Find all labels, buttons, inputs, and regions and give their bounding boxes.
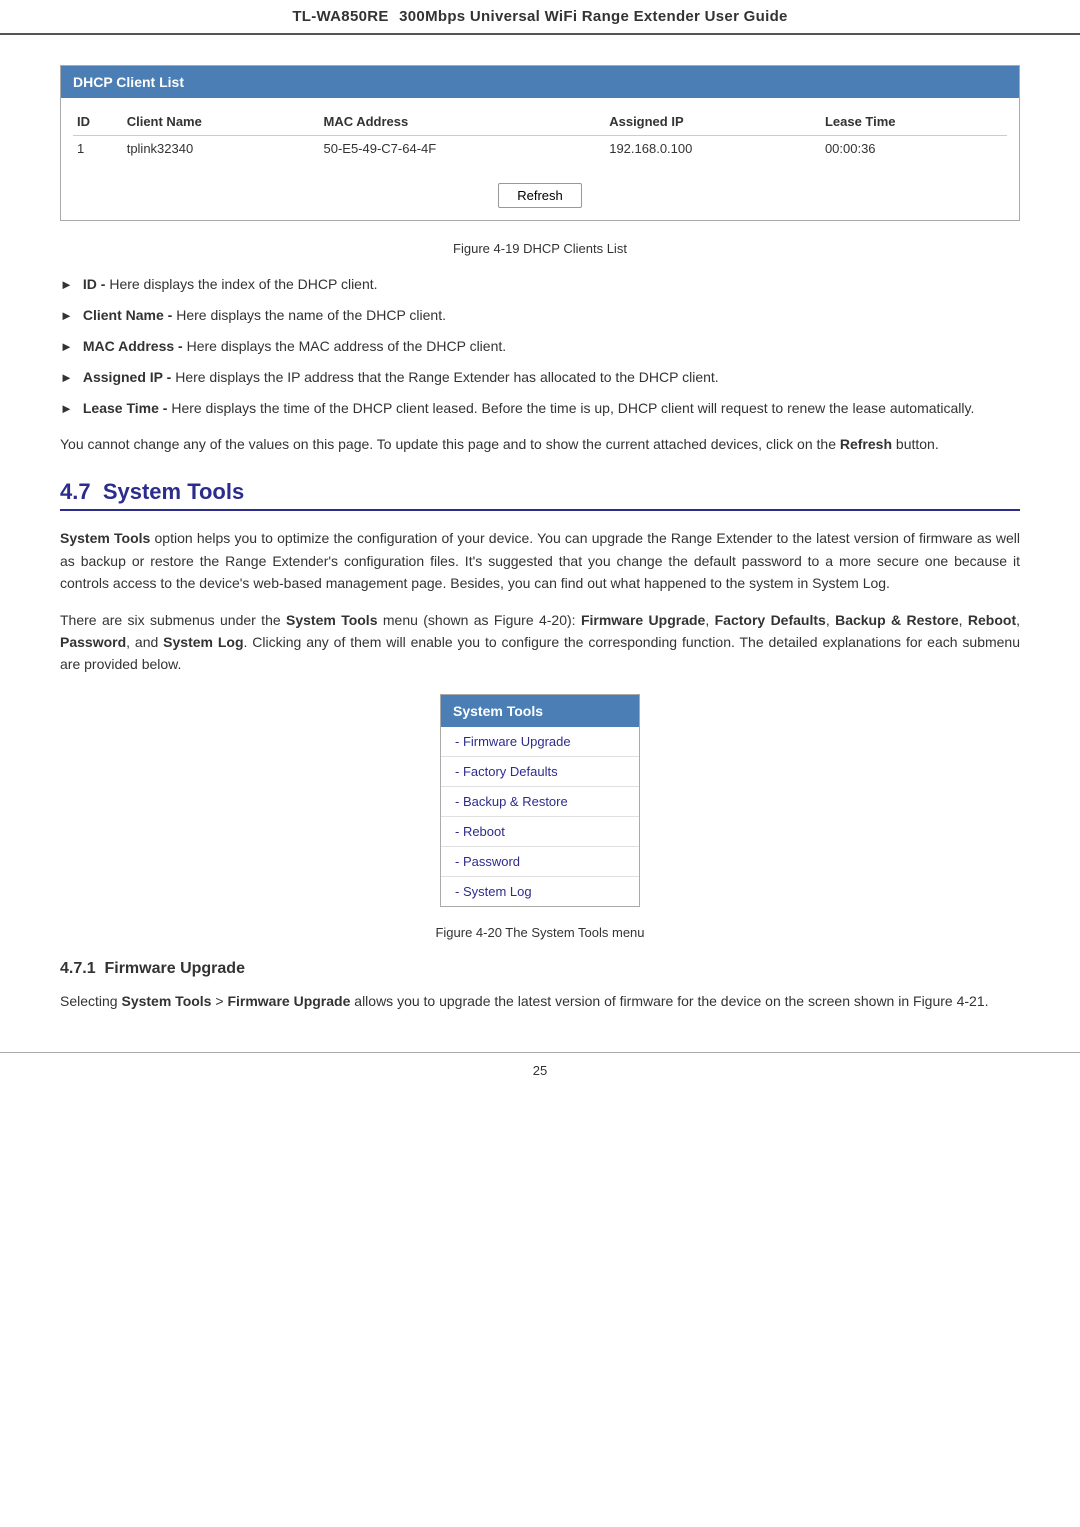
section-47-para2: There are six submenus under the System … <box>60 609 1020 676</box>
cell-id: 1 <box>73 136 123 162</box>
cell-client-name: tplink32340 <box>123 136 320 162</box>
menu-item[interactable]: - Password <box>441 847 639 877</box>
list-item: ► ID - Here displays the index of the DH… <box>60 274 1020 295</box>
bullet-arrow: ► <box>60 337 73 357</box>
dhcp-table: ID Client Name MAC Address Assigned IP L… <box>73 108 1007 161</box>
cell-lease-time: 00:00:36 <box>821 136 1007 162</box>
page-footer: 25 <box>0 1052 1080 1088</box>
reboot-bold: Reboot <box>968 612 1016 628</box>
system-log-bold: System Log <box>163 634 243 650</box>
col-assigned-ip: Assigned IP <box>605 108 821 136</box>
bullet-list: ► ID - Here displays the index of the DH… <box>60 274 1020 419</box>
bullet-label: MAC Address - <box>83 338 183 354</box>
system-tools-bold3: System Tools <box>121 993 211 1009</box>
bullet-text: Lease Time - Here displays the time of t… <box>83 398 975 419</box>
password-bold: Password <box>60 634 126 650</box>
bullet-label: Lease Time - <box>83 400 168 416</box>
section-47-number: 4.7 <box>60 479 103 504</box>
section-471-para: Selecting System Tools > Firmware Upgrad… <box>60 990 1020 1012</box>
figure-4-19-caption: Figure 4-19 DHCP Clients List <box>60 241 1020 256</box>
list-item: ► Lease Time - Here displays the time of… <box>60 398 1020 419</box>
system-tools-menu: System Tools - Firmware Upgrade- Factory… <box>440 694 640 907</box>
dhcp-table-inner: ID Client Name MAC Address Assigned IP L… <box>61 98 1019 171</box>
menu-item[interactable]: - Factory Defaults <box>441 757 639 787</box>
firmware-upgrade-bold: Firmware Upgrade <box>581 612 705 628</box>
page-header: TL-WA850RE 300Mbps Universal WiFi Range … <box>0 0 1080 35</box>
factory-defaults-bold: Factory Defaults <box>715 612 826 628</box>
list-item: ► MAC Address - Here displays the MAC ad… <box>60 336 1020 357</box>
page-number: 25 <box>533 1063 547 1078</box>
bullet-arrow: ► <box>60 275 73 295</box>
menu-box-header: System Tools <box>441 695 639 727</box>
bullet-text: Client Name - Here displays the name of … <box>83 305 446 326</box>
menu-item[interactable]: - Firmware Upgrade <box>441 727 639 757</box>
header-guide-title: 300Mbps Universal WiFi Range Extender Us… <box>399 8 788 25</box>
refresh-bold: Refresh <box>840 436 892 452</box>
col-client-name: Client Name <box>123 108 320 136</box>
refresh-button[interactable]: Refresh <box>498 183 582 208</box>
system-tools-bold: System Tools <box>60 530 150 546</box>
section-471-number: 4.7.1 <box>60 960 104 977</box>
bullet-arrow: ► <box>60 399 73 419</box>
system-tools-bold2: System Tools <box>286 612 377 628</box>
col-id: ID <box>73 108 123 136</box>
bullet-text: MAC Address - Here displays the MAC addr… <box>83 336 506 357</box>
dhcp-table-head-row: ID Client Name MAC Address Assigned IP L… <box>73 108 1007 136</box>
section-47-title: System Tools <box>103 479 244 504</box>
backup-restore-bold: Backup & Restore <box>835 612 959 628</box>
bullet-arrow: ► <box>60 368 73 388</box>
cell-assigned-ip: 192.168.0.100 <box>605 136 821 162</box>
refresh-row: Refresh <box>61 171 1019 220</box>
list-item: ► Client Name - Here displays the name o… <box>60 305 1020 326</box>
cell-mac-address: 50-E5-49-C7-64-4F <box>319 136 605 162</box>
section-471-heading: 4.7.1 Firmware Upgrade <box>60 960 1020 978</box>
bullet-label: Client Name - <box>83 307 172 323</box>
table-row: 1 tplink32340 50-E5-49-C7-64-4F 192.168.… <box>73 136 1007 162</box>
bullet-label: Assigned IP - <box>83 369 171 385</box>
bullet-arrow: ► <box>60 306 73 326</box>
bullet-text: Assigned IP - Here displays the IP addre… <box>83 367 719 388</box>
section-471-title: Firmware Upgrade <box>104 960 244 977</box>
menu-items-container: - Firmware Upgrade- Factory Defaults- Ba… <box>441 727 639 906</box>
bullet-text: ID - Here displays the index of the DHCP… <box>83 274 378 295</box>
section-47-heading: 4.7 System Tools <box>60 479 1020 511</box>
col-mac-address: MAC Address <box>319 108 605 136</box>
dhcp-table-wrapper: DHCP Client List ID Client Name MAC Addr… <box>60 65 1020 221</box>
section-47-para1: System Tools option helps you to optimiz… <box>60 527 1020 594</box>
note-paragraph: You cannot change any of the values on t… <box>60 433 1020 455</box>
firmware-upgrade-bold2: Firmware Upgrade <box>227 993 350 1009</box>
dhcp-table-header: DHCP Client List <box>61 66 1019 98</box>
figure-4-20-caption: Figure 4-20 The System Tools menu <box>60 925 1020 940</box>
header-model: TL-WA850RE <box>292 8 388 25</box>
menu-item[interactable]: - Backup & Restore <box>441 787 639 817</box>
col-lease-time: Lease Time <box>821 108 1007 136</box>
menu-item[interactable]: - Reboot <box>441 817 639 847</box>
menu-item[interactable]: - System Log <box>441 877 639 906</box>
main-content: DHCP Client List ID Client Name MAC Addr… <box>0 65 1080 1012</box>
header-title: TL-WA850RE 300Mbps Universal WiFi Range … <box>292 8 787 25</box>
list-item: ► Assigned IP - Here displays the IP add… <box>60 367 1020 388</box>
bullet-label: ID - <box>83 276 106 292</box>
